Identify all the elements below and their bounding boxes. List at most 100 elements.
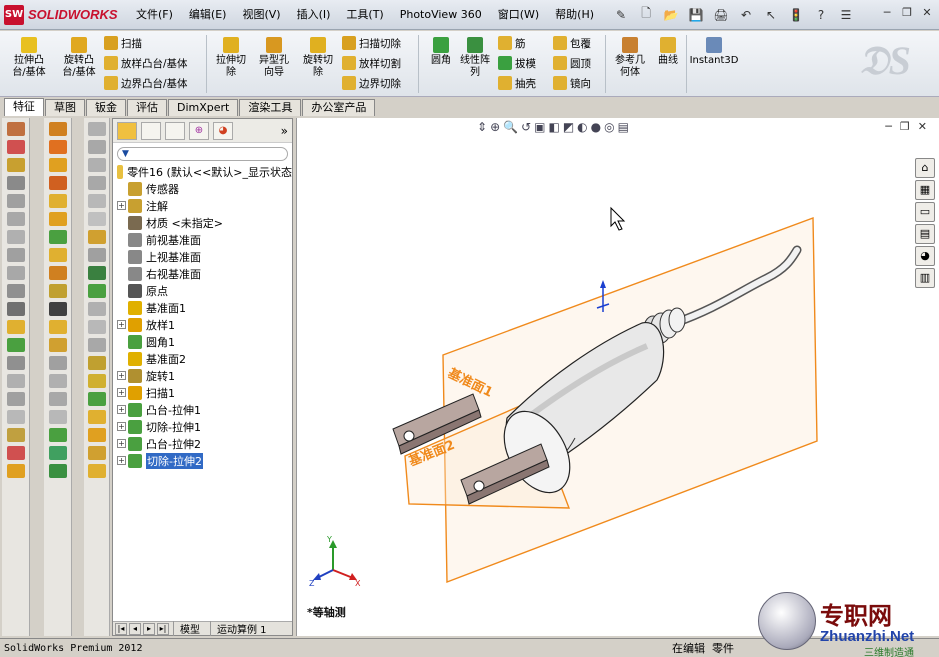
tab-office-products[interactable]: 办公室产品 — [302, 99, 376, 116]
tool-icon[interactable] — [87, 284, 106, 298]
undo-icon[interactable]: ↶ — [735, 5, 757, 25]
tree-item[interactable]: + 放样1 — [113, 316, 292, 333]
view-palette-icon[interactable]: ▤ — [915, 224, 935, 244]
close-icon[interactable]: ✕ — [919, 6, 935, 20]
app-logo[interactable]: SW SOLIDWORKS — [0, 0, 128, 30]
revolve-cut-button[interactable]: 旋转切 除 — [295, 37, 341, 79]
pin-icon[interactable]: ✎ — [610, 5, 632, 25]
expand-icon[interactable]: + — [117, 439, 126, 448]
lofted-cut-button[interactable]: 放样切割 — [342, 54, 401, 72]
tool-icon[interactable] — [87, 464, 106, 478]
instant3d-button[interactable]: Instant3D — [688, 37, 740, 67]
menu-file[interactable]: 文件(F) — [128, 0, 181, 30]
graphics-viewport[interactable]: ⇕ ⊕ 🔍 ↺ ▣ ◧ ◩ ◐ ● ◎ ▤ ─ ❐ ✕ 基准面1 基准面2 Y … — [296, 118, 939, 636]
tree-item[interactable]: + 凸台-拉伸2 — [113, 435, 292, 452]
tool-icon[interactable] — [6, 212, 25, 226]
tool-icon[interactable] — [6, 464, 25, 478]
wrap-button[interactable]: 包覆 — [553, 34, 591, 52]
tab-features[interactable]: 特征 — [4, 98, 44, 116]
tool-icon[interactable] — [6, 176, 25, 190]
dome-button[interactable]: 圆顶 — [553, 54, 591, 72]
tree-item[interactable]: + 注解 — [113, 197, 292, 214]
tab-model[interactable]: 模型 — [173, 621, 206, 636]
tool-icon[interactable] — [87, 356, 106, 370]
revolve-boss-button[interactable]: 旋转凸 台/基体 — [56, 37, 102, 79]
tree-item[interactable]: 基准面2 — [113, 350, 292, 367]
tool-icon[interactable] — [87, 320, 106, 334]
expand-icon[interactable]: + — [117, 422, 126, 431]
configuration-tab-icon[interactable] — [165, 121, 185, 140]
loft-boss-button[interactable]: 放样凸台/基体 — [104, 54, 188, 72]
tool-icon[interactable] — [48, 158, 67, 172]
tool-icon[interactable] — [87, 230, 106, 244]
tool-icon[interactable] — [87, 158, 106, 172]
tool-icon[interactable] — [6, 284, 25, 298]
extrude-boss-button[interactable]: 拉伸凸 台/基体 — [6, 37, 52, 79]
menu-tools[interactable]: 工具(T) — [338, 0, 391, 30]
tool-icon[interactable] — [48, 356, 67, 370]
tool-icon[interactable] — [6, 140, 25, 154]
tool-icon[interactable] — [48, 122, 67, 136]
tool-icon[interactable] — [87, 302, 106, 316]
tree-item[interactable]: + 扫描1 — [113, 384, 292, 401]
tool-icon[interactable] — [6, 446, 25, 460]
tab-evaluate[interactable]: 评估 — [127, 99, 167, 116]
menu-help[interactable]: 帮助(H) — [547, 0, 602, 30]
curves-button[interactable]: 曲线 — [645, 37, 691, 67]
tool-icon[interactable] — [6, 356, 25, 370]
mirror-button[interactable]: 镜向 — [553, 74, 591, 92]
expand-icon[interactable]: + — [117, 456, 126, 465]
tool-icon[interactable] — [87, 428, 106, 442]
expand-icon[interactable]: + — [117, 388, 126, 397]
tool-icon[interactable] — [87, 338, 106, 352]
swept-cut-button[interactable]: 扫描切除 — [342, 34, 401, 52]
new-icon[interactable]: 🗋 — [635, 5, 657, 25]
tool-icon[interactable] — [6, 302, 25, 316]
tree-item[interactable]: + 凸台-拉伸1 — [113, 401, 292, 418]
tool-icon[interactable] — [87, 122, 106, 136]
tool-icon[interactable] — [48, 140, 67, 154]
rebuild-icon[interactable]: 🚦 — [785, 5, 807, 25]
tree-item[interactable]: 右视基准面 — [113, 265, 292, 282]
tool-icon[interactable] — [6, 428, 25, 442]
select-icon[interactable]: ↖ — [760, 5, 782, 25]
boundary-boss-button[interactable]: 边界凸台/基体 — [104, 74, 188, 92]
tool-icon[interactable] — [48, 248, 67, 262]
tool-icon[interactable] — [48, 446, 67, 460]
tab-sheet-metal[interactable]: 钣金 — [86, 99, 126, 116]
tree-item[interactable]: 圆角1 — [113, 333, 292, 350]
tree-item[interactable]: + 旋转1 — [113, 367, 292, 384]
tool-icon[interactable] — [87, 194, 106, 208]
tool-icon[interactable] — [48, 374, 67, 388]
help-icon[interactable]: ? — [810, 5, 832, 25]
draft-button[interactable]: 拔模 — [498, 54, 536, 72]
tree-item[interactable]: 上视基准面 — [113, 248, 292, 265]
sw-resources-icon[interactable]: ⌂ — [915, 158, 935, 178]
expand-icon[interactable]: + — [117, 201, 126, 210]
tool-icon[interactable] — [6, 158, 25, 172]
sweep-button[interactable]: 扫描 — [104, 34, 142, 52]
custom-properties-icon[interactable]: ▥ — [915, 268, 935, 288]
menu-photoview[interactable]: PhotoView 360 — [392, 0, 490, 30]
tool-icon[interactable] — [87, 410, 106, 424]
tab-render-tools[interactable]: 渲染工具 — [239, 99, 302, 116]
tool-icon[interactable] — [48, 428, 67, 442]
tool-icon[interactable] — [6, 194, 25, 208]
tool-icon[interactable] — [48, 284, 67, 298]
rib-button[interactable]: 筋 — [498, 34, 526, 52]
tool-icon[interactable] — [48, 266, 67, 280]
property-manager-tab-icon[interactable] — [141, 121, 161, 140]
tool-icon[interactable] — [48, 392, 67, 406]
expand-icon[interactable]: + — [117, 405, 126, 414]
prev-tab-icon[interactable]: ◂ — [129, 622, 141, 635]
options-icon[interactable]: ☰ — [835, 5, 857, 25]
last-tab-icon[interactable]: ▸| — [157, 622, 169, 635]
linear-pattern-button[interactable]: 线性阵 列 — [452, 37, 498, 79]
menu-view[interactable]: 视图(V) — [234, 0, 288, 30]
tree-item[interactable]: 基准面1 — [113, 299, 292, 316]
tool-icon[interactable] — [6, 410, 25, 424]
tool-icon[interactable] — [6, 230, 25, 244]
design-library-icon[interactable]: ▦ — [915, 180, 935, 200]
next-tab-icon[interactable]: ▸ — [143, 622, 155, 635]
tool-icon[interactable] — [87, 392, 106, 406]
